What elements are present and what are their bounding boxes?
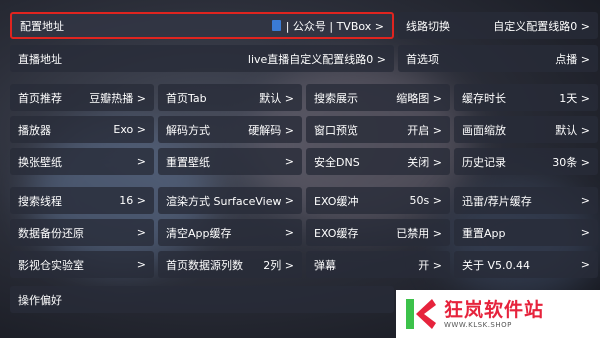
- change-wallpaper-item[interactable]: 换张壁纸 >: [10, 148, 154, 175]
- item-label: 首页Tab: [166, 91, 207, 105]
- lab-item[interactable]: 影视仓实验室 >: [10, 251, 154, 278]
- item-value: 豆瓣热播 >: [89, 91, 146, 105]
- item-value: >: [284, 226, 294, 239]
- item-value: 自定义配置线路0 >: [493, 19, 590, 33]
- about-item[interactable]: 关于 V5.0.44 >: [454, 251, 598, 278]
- item-value: 关闭 >: [407, 155, 442, 169]
- item-label: 缓存时长: [462, 91, 506, 105]
- item-label: 重置App: [462, 226, 506, 240]
- item-label: 首页数据源列数: [166, 258, 243, 272]
- document-icon: [271, 19, 281, 31]
- item-value: 16 >: [119, 194, 146, 207]
- item-value: 缩略图 >: [396, 91, 442, 105]
- exo-cache-item[interactable]: EXO缓存 已禁用 >: [306, 219, 450, 246]
- item-label: 首选项: [406, 52, 439, 66]
- item-value: Exo >: [113, 123, 146, 136]
- item-value: >: [136, 155, 146, 168]
- home-columns-item[interactable]: 首页数据源列数 2列 >: [158, 251, 302, 278]
- item-label: 配置地址: [20, 19, 64, 33]
- item-value: >: [136, 258, 146, 271]
- item-label: 画面缩放: [462, 123, 506, 137]
- item-label: 搜索展示: [314, 91, 358, 105]
- item-value: 30条 >: [552, 155, 590, 169]
- item-label: 清空App缓存: [166, 226, 232, 240]
- history-record-item[interactable]: 历史记录 30条 >: [454, 148, 598, 175]
- item-value: 默认 >: [259, 91, 294, 105]
- item-value: >: [284, 194, 294, 207]
- screen-scale-item[interactable]: 画面缩放 默认 >: [454, 116, 598, 143]
- clear-app-cache-item[interactable]: 清空App缓存 >: [158, 219, 302, 246]
- item-label: 首页推荐: [18, 91, 62, 105]
- item-label: 换张壁纸: [18, 155, 62, 169]
- item-label: 解码方式: [166, 123, 210, 137]
- danmaku-item[interactable]: 弹幕 开 >: [306, 251, 450, 278]
- exo-buffer-item[interactable]: EXO缓冲 50s >: [306, 187, 450, 214]
- item-value: 50s >: [409, 194, 442, 207]
- item-value: >: [580, 258, 590, 271]
- item-label: EXO缓存: [314, 226, 359, 240]
- watermark-url: WWW.KLSK.SHOP: [444, 320, 512, 329]
- live-address-item[interactable]: 直播地址 live直播自定义配置线路0 >: [10, 45, 394, 72]
- item-label: 搜索线程: [18, 194, 62, 208]
- item-label: 安全DNS: [314, 155, 360, 169]
- item-label: 影视仓实验室: [18, 258, 84, 272]
- item-label: 线路切换: [406, 19, 450, 33]
- item-value: 硬解码 >: [248, 123, 294, 137]
- home-recommend-item[interactable]: 首页推荐 豆瓣热播 >: [10, 84, 154, 111]
- item-value: 2列 >: [263, 258, 294, 272]
- item-label: 直播地址: [18, 52, 62, 66]
- item-label: 操作偏好: [18, 293, 62, 307]
- item-value: 默认 >: [555, 123, 590, 137]
- item-label: 历史记录: [462, 155, 506, 169]
- reset-app-item[interactable]: 重置App >: [454, 219, 598, 246]
- route-switch-item[interactable]: 线路切换 自定义配置线路0 >: [398, 12, 598, 39]
- item-value: 已禁用 >: [396, 226, 442, 240]
- item-value: | 公众号 | TVBox >: [271, 18, 384, 34]
- decode-mode-item[interactable]: 解码方式 硬解码 >: [158, 116, 302, 143]
- render-mode-item[interactable]: 渲染方式 SurfaceView >: [158, 187, 302, 214]
- cache-duration-item[interactable]: 缓存时长 1天 >: [454, 84, 598, 111]
- thunder-cache-item[interactable]: 迅雷/荐片缓存 >: [454, 187, 598, 214]
- search-thread-item[interactable]: 搜索线程 16 >: [10, 187, 154, 214]
- operation-preference-item[interactable]: 操作偏好: [10, 286, 394, 313]
- item-value: 1天 >: [559, 91, 590, 105]
- window-preview-item[interactable]: 窗口预览 开启 >: [306, 116, 450, 143]
- reset-wallpaper-item[interactable]: 重置壁纸 >: [158, 148, 302, 175]
- watermark-logo-icon: [406, 299, 436, 329]
- item-label: 弹幕: [314, 258, 336, 272]
- item-value: 开 >: [418, 258, 442, 272]
- config-address-item[interactable]: 配置地址 | 公众号 | TVBox >: [10, 12, 394, 39]
- search-display-item[interactable]: 搜索展示 缩略图 >: [306, 84, 450, 111]
- player-item[interactable]: 播放器 Exo >: [10, 116, 154, 143]
- item-value: >: [580, 226, 590, 239]
- preference-item[interactable]: 首选项 点播 >: [398, 45, 598, 72]
- secure-dns-item[interactable]: 安全DNS 关闭 >: [306, 148, 450, 175]
- item-label: 数据备份还原: [18, 226, 84, 240]
- item-value: >: [580, 194, 590, 207]
- item-value: >: [284, 155, 294, 168]
- data-backup-item[interactable]: 数据备份还原 >: [10, 219, 154, 246]
- item-value-text: | 公众号 | TVBox >: [285, 19, 384, 33]
- watermark-title: 狂岚软件站: [444, 298, 545, 321]
- item-label: 关于 V5.0.44: [462, 258, 531, 272]
- item-label: 迅雷/荐片缓存: [462, 194, 532, 208]
- item-label: 渲染方式 SurfaceView: [166, 194, 282, 208]
- watermark: 狂岚软件站 WWW.KLSK.SHOP: [396, 290, 600, 338]
- item-value: 开启 >: [407, 123, 442, 137]
- item-label: EXO缓冲: [314, 194, 359, 208]
- item-value: 点播 >: [555, 52, 590, 66]
- item-value: live直播自定义配置线路0 >: [247, 52, 386, 66]
- item-label: 窗口预览: [314, 123, 358, 137]
- item-label: 重置壁纸: [166, 155, 210, 169]
- item-value: >: [136, 226, 146, 239]
- home-tab-item[interactable]: 首页Tab 默认 >: [158, 84, 302, 111]
- item-label: 播放器: [18, 123, 51, 137]
